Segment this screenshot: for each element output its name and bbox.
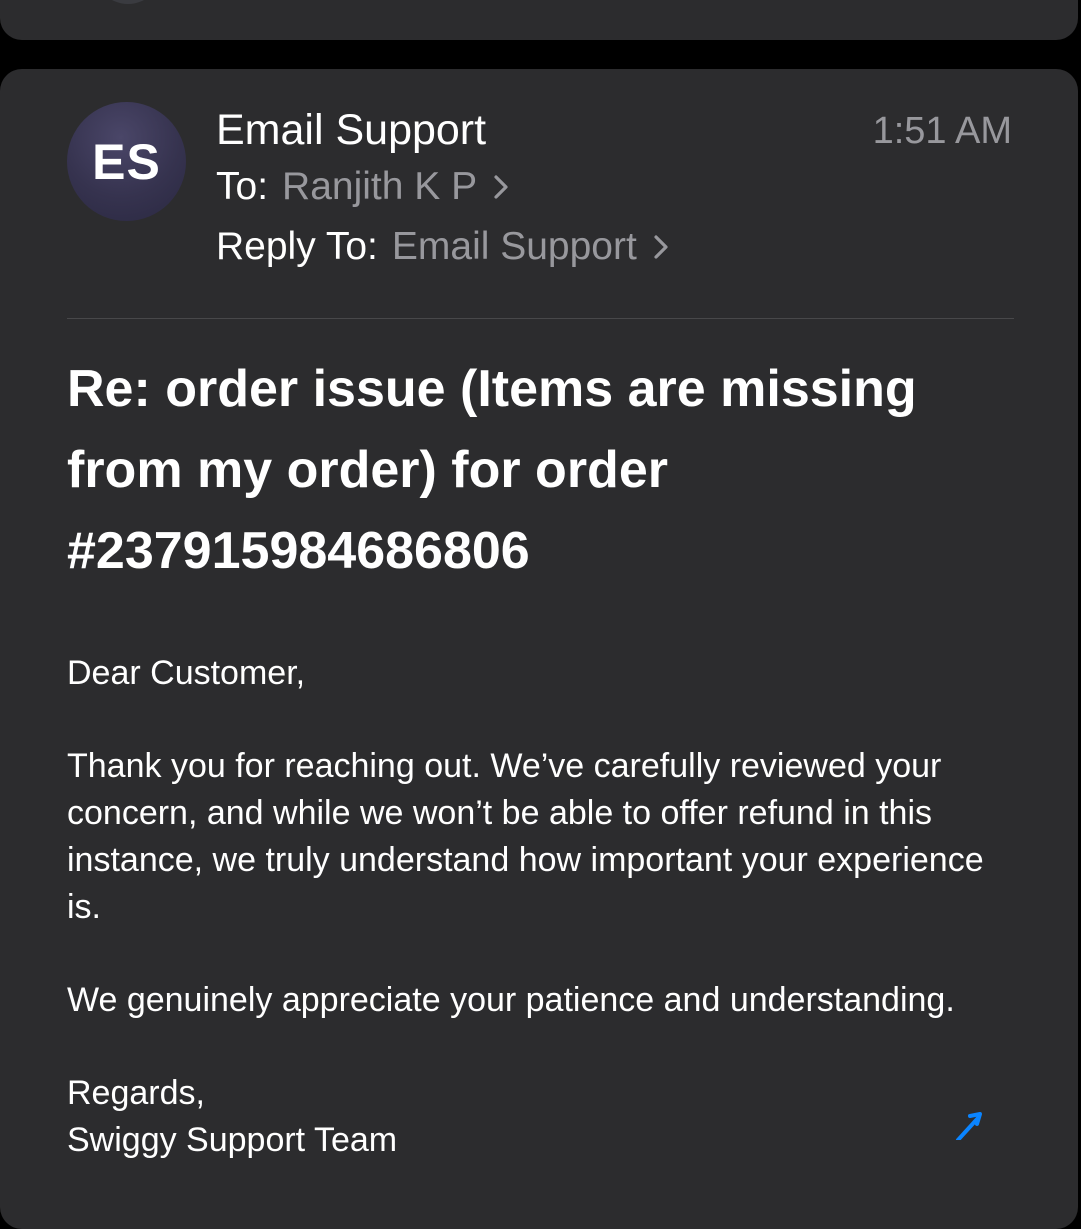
chevron-right-icon xyxy=(654,235,668,259)
email-closing: Regards, xyxy=(67,1074,205,1112)
email-paragraph: We genuinely appreciate your patience an… xyxy=(67,981,955,1019)
to-label: To: xyxy=(216,165,269,208)
email-paragraph: Thank you for reaching out. We’ve carefu… xyxy=(67,747,984,926)
reply-to-label: Reply To: xyxy=(216,225,378,268)
previous-sender-avatar xyxy=(94,0,162,4)
previous-message-card[interactable] xyxy=(0,0,1078,40)
sender-initials: ES xyxy=(92,133,161,190)
email-signature: Swiggy Support Team xyxy=(67,1121,398,1159)
send-arrow-icon[interactable] xyxy=(950,1110,990,1140)
to-recipient-name[interactable]: Ranjith K P xyxy=(282,164,477,210)
header-divider xyxy=(67,318,1014,319)
to-recipient-row[interactable]: To: Ranjith K P xyxy=(216,164,513,210)
message-time: 1:51 AM xyxy=(872,110,1012,152)
sender-name[interactable]: Email Support xyxy=(216,105,486,155)
email-message-card: ES Email Support 1:51 AM To: Ranjith K P… xyxy=(0,69,1078,1229)
chevron-right-icon xyxy=(494,175,508,199)
email-subject: Re: order issue (Items are missing from … xyxy=(67,360,917,580)
reply-to-name[interactable]: Email Support xyxy=(392,224,637,270)
reply-to-row[interactable]: Reply To: Email Support xyxy=(216,224,673,270)
email-greeting: Dear Customer, xyxy=(67,654,306,692)
sender-avatar[interactable]: ES xyxy=(67,102,186,221)
